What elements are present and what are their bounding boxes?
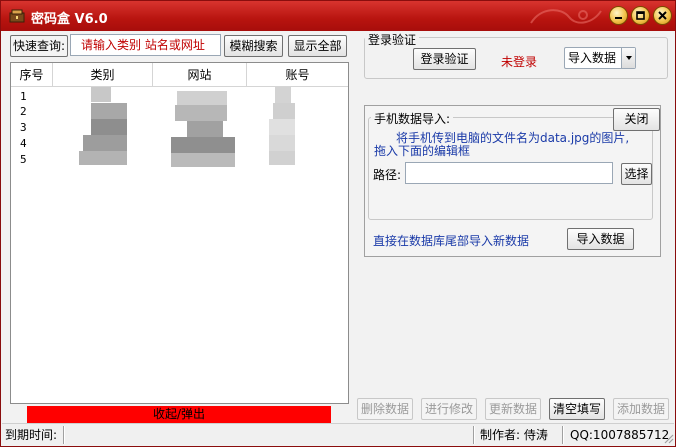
- collapse-expand-bar[interactable]: 收起/弹出: [27, 406, 331, 423]
- resize-grip-icon[interactable]: [662, 432, 674, 444]
- status-bar: 到期时间: 制作者: 侍涛 QQ:1007885712: [2, 423, 674, 445]
- import-data-select[interactable]: 导入数据: [564, 47, 636, 69]
- maximize-button[interactable]: [631, 6, 650, 25]
- search-input[interactable]: 请输入类别 站名或网址: [70, 34, 221, 56]
- minimize-button[interactable]: [609, 6, 628, 25]
- status-separator: [63, 426, 65, 444]
- quick-search-label: 快速查询:: [10, 35, 68, 57]
- qq-contact: QQ:1007885712: [570, 428, 670, 442]
- login-group-title: 登录验证: [365, 31, 420, 48]
- phone-import-title: 手机数据导入:: [371, 110, 454, 127]
- path-input[interactable]: [405, 162, 613, 184]
- status-separator: [473, 426, 475, 444]
- table-row[interactable]: 2: [20, 105, 27, 118]
- modify-data-button[interactable]: 进行修改: [421, 398, 477, 420]
- login-status: 未登录: [501, 55, 538, 69]
- minimize-icon: [615, 17, 622, 19]
- app-logo-icon: [9, 9, 25, 23]
- title-bar[interactable]: 密码盒 V6.0: [1, 1, 675, 31]
- column-header-account[interactable]: 账号: [247, 63, 348, 87]
- table-row[interactable]: 4: [20, 137, 27, 150]
- column-header-index[interactable]: 序号: [11, 63, 53, 87]
- login-button[interactable]: 登录验证: [413, 48, 476, 70]
- column-header-category[interactable]: 类别: [53, 63, 153, 87]
- close-panel-button[interactable]: 关闭: [613, 108, 660, 131]
- expiry-label: 到期时间:: [5, 428, 58, 442]
- import-select-value: 导入数据: [568, 51, 617, 65]
- fuzzy-search-button[interactable]: 模糊搜索: [224, 35, 283, 57]
- close-window-button[interactable]: [653, 6, 672, 25]
- app-window: 密码盒 V6.0 快速查询: 请输入类别 站名或网址 模糊搜索 显示全部 序号 …: [0, 0, 676, 447]
- data-table[interactable]: 序号 类别 网站 账号 1 2 3 4 5: [10, 62, 349, 404]
- show-all-button[interactable]: 显示全部: [288, 35, 347, 57]
- clear-fields-button[interactable]: 清空填写: [549, 398, 605, 420]
- import-instruction-line2: 拖入下面的编辑框: [374, 144, 471, 158]
- author-label: 制作者: 侍涛: [480, 428, 548, 442]
- table-header: 序号 类别 网站 账号: [11, 63, 348, 87]
- chevron-down-icon[interactable]: [621, 48, 635, 68]
- update-data-button[interactable]: 更新数据: [485, 398, 541, 420]
- maximize-icon: [636, 11, 645, 20]
- db-import-button-label: 导入数据: [576, 232, 625, 246]
- db-import-button[interactable]: 导入数据: [567, 228, 634, 250]
- window-title: 密码盒 V6.0: [31, 12, 108, 27]
- table-row[interactable]: 3: [20, 121, 27, 134]
- collapse-expand-label: 收起/弹出: [152, 407, 206, 421]
- column-header-site[interactable]: 网站: [153, 63, 247, 87]
- title-decoration-icon: [530, 9, 602, 24]
- close-icon: [658, 11, 667, 20]
- add-data-button[interactable]: 添加数据: [613, 398, 669, 420]
- choose-file-button[interactable]: 选择: [621, 163, 652, 185]
- table-row[interactable]: 1: [20, 90, 27, 103]
- db-import-text: 直接在数据库尾部导入新数据: [373, 234, 530, 248]
- status-separator: [562, 426, 564, 444]
- table-row[interactable]: 5: [20, 153, 27, 166]
- path-label: 路径:: [373, 168, 402, 182]
- delete-data-button[interactable]: 删除数据: [357, 398, 413, 420]
